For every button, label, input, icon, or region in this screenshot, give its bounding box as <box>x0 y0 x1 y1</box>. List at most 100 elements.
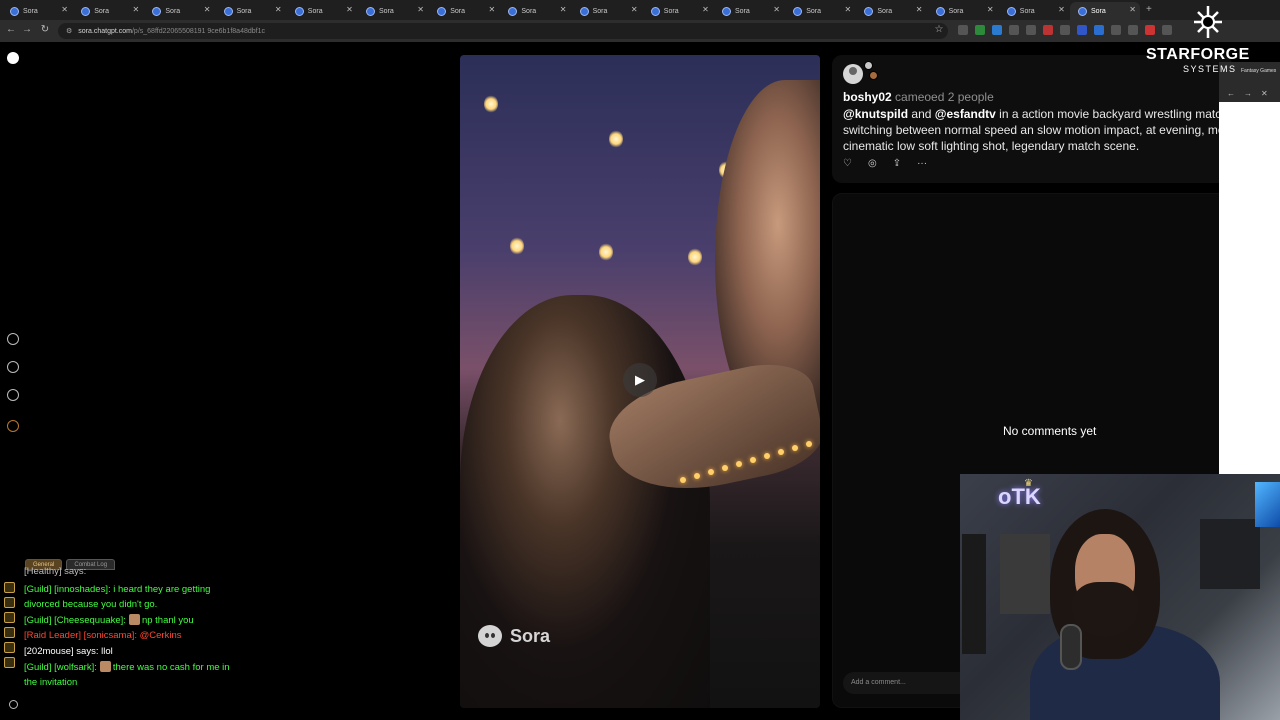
caption-line-2: switching between normal speed an slow m… <box>843 123 1223 137</box>
browser-tab[interactable]: Sora ✕ <box>714 2 784 20</box>
chat-emote-icon[interactable] <box>4 612 15 623</box>
extension-icon[interactable] <box>1111 25 1121 35</box>
video-player[interactable]: ▶ Sora <box>460 55 820 708</box>
tab-close-icon[interactable]: ✕ <box>488 5 495 14</box>
extension-icon[interactable] <box>958 25 968 35</box>
play-button[interactable]: ▶ <box>623 363 657 397</box>
tab-close-icon[interactable]: ✕ <box>916 5 923 14</box>
browser-tab[interactable]: Sora ✕ <box>928 2 998 20</box>
tab-close-icon[interactable]: ✕ <box>1058 5 1065 14</box>
site-info-icon[interactable]: ⚙ <box>66 27 72 35</box>
browser-tab[interactable]: Sora ✕ <box>999 2 1069 20</box>
sora-watermark: Sora <box>478 625 550 647</box>
tab-close-icon[interactable]: ✕ <box>346 5 353 14</box>
chat-scroll-up-icon[interactable] <box>4 627 15 638</box>
browser-tab[interactable]: Sora ✕ <box>856 2 926 20</box>
extension-icon[interactable] <box>992 25 1002 35</box>
chat-message: [Healthy] says: <box>24 564 86 579</box>
avatar[interactable] <box>843 64 863 84</box>
home-icon[interactable] <box>7 333 19 345</box>
extension-icon[interactable] <box>1060 25 1070 35</box>
browser-tab[interactable]: Sora ✕ <box>2 2 72 20</box>
sora-favicon-icon <box>81 6 91 16</box>
tab-close-icon[interactable]: ✕ <box>773 5 780 14</box>
url-path: /p/s_68ffd22065508191 9ce6b1f8a48dbf1c <box>131 27 265 35</box>
profile-icon[interactable] <box>7 420 19 432</box>
string-light <box>688 248 702 266</box>
cameo-count[interactable]: cameoed 2 people <box>895 90 994 104</box>
browser-tab[interactable]: Sora ✕ <box>500 2 570 20</box>
browser-toolbar: ← → ↻ ⚙ sora.chatgpt.com/p/s_68ffd220655… <box>0 20 1280 42</box>
sora-watermark-text: Sora <box>510 625 551 646</box>
more-icon[interactable]: ··· <box>917 158 927 169</box>
browser-tab[interactable]: Sora ✕ <box>358 2 428 20</box>
tab-close-icon[interactable]: ✕ <box>204 5 211 14</box>
starforge-emblem-icon <box>1194 6 1222 38</box>
chat-scroll-down-icon[interactable] <box>4 642 15 653</box>
mention-link[interactable]: @knutspild <box>843 107 908 121</box>
tab-close-icon[interactable]: ✕ <box>1129 5 1136 14</box>
username[interactable]: boshy02 <box>843 90 892 104</box>
remix-icon[interactable]: ◎ <box>868 158 877 169</box>
url-domain: sora.chatgpt.com <box>78 27 132 35</box>
forward-icon[interactable]: → <box>20 24 34 35</box>
browser-tab[interactable]: Sora ✕ <box>144 2 214 20</box>
reload-icon[interactable]: ↻ <box>38 24 52 35</box>
chat-message: divorced because you didn't go. <box>24 597 157 612</box>
search-icon[interactable] <box>7 361 19 373</box>
extension-icon[interactable] <box>1077 25 1087 35</box>
extension-icon[interactable] <box>1145 25 1155 35</box>
browser-tab[interactable]: Sora ✕ <box>216 2 286 20</box>
back-icon[interactable]: ← <box>4 24 18 35</box>
notifications-icon[interactable] <box>7 389 19 401</box>
extensions-puzzle-icon[interactable] <box>1162 25 1172 35</box>
like-icon[interactable]: ♡ <box>843 158 852 169</box>
tab-label: Sora <box>23 7 38 15</box>
extension-icon[interactable] <box>1026 25 1036 35</box>
extension-icon[interactable] <box>1009 25 1019 35</box>
share-icon[interactable]: ⇪ <box>893 158 901 169</box>
caption-line-3: cinematic low soft lighting shot, legend… <box>843 139 1140 153</box>
browser-tab[interactable]: Sora ✕ <box>785 2 855 20</box>
chat-voice-icon[interactable] <box>4 597 15 608</box>
browser-tab[interactable]: Sora ✕ <box>73 2 143 20</box>
no-comments-text: No comments yet <box>1003 424 1097 438</box>
tab-close-icon[interactable]: ✕ <box>417 5 424 14</box>
sora-favicon-icon <box>223 6 233 16</box>
extension-icon[interactable] <box>975 25 985 35</box>
tab-close-icon[interactable]: ✕ <box>560 5 567 14</box>
address-bar[interactable]: ⚙ sora.chatgpt.com/p/s_68ffd22065508191 … <box>58 23 948 39</box>
tab-close-icon[interactable]: ✕ <box>987 5 994 14</box>
mention-link[interactable]: @esfandtv <box>935 107 996 121</box>
browser-tab[interactable]: Sora ✕ <box>572 2 642 20</box>
settings-icon[interactable] <box>9 700 18 709</box>
browser-tab[interactable]: Sora ✕ <box>287 2 357 20</box>
tab-close-icon[interactable]: ✕ <box>275 5 282 14</box>
comment-input[interactable]: Add a comment... <box>843 672 973 694</box>
side-window-nav[interactable]: ←→✕ <box>1227 89 1277 98</box>
sora-favicon-icon <box>10 6 19 16</box>
new-tab-button[interactable]: + <box>1146 4 1152 15</box>
browser-tab[interactable]: Sora ✕ <box>1070 2 1140 20</box>
chat-scroll-bottom-icon[interactable] <box>4 657 15 668</box>
browser-tab[interactable]: Sora ✕ <box>429 2 499 20</box>
tab-close-icon[interactable]: ✕ <box>132 5 139 14</box>
extension-icon[interactable] <box>1043 25 1053 35</box>
chat-message-text: [Guild] [Cheesequuake]: <box>24 615 126 626</box>
tab-label: Sora <box>592 7 608 15</box>
tab-close-icon[interactable]: ✕ <box>61 5 68 14</box>
tab-close-icon[interactable]: ✕ <box>631 5 638 14</box>
chat-message: [Guild] [innoshades]: i heard they are g… <box>24 582 210 597</box>
sora-logo-icon[interactable] <box>7 52 19 64</box>
chat-message: the invitation <box>24 675 77 690</box>
tab-close-icon[interactable]: ✕ <box>844 5 851 14</box>
bookmark-star-icon[interactable]: ☆ <box>932 24 946 35</box>
extension-icon[interactable] <box>1094 25 1104 35</box>
cameo-avatar[interactable] <box>869 71 878 80</box>
tab-label: Sora <box>735 7 750 15</box>
chat-menu-icon[interactable] <box>4 582 15 593</box>
tab-close-icon[interactable]: ✕ <box>702 5 709 14</box>
browser-tab[interactable]: Sora ✕ <box>643 2 713 20</box>
cameo-avatar[interactable] <box>864 61 873 70</box>
extension-icon[interactable] <box>1128 25 1138 35</box>
